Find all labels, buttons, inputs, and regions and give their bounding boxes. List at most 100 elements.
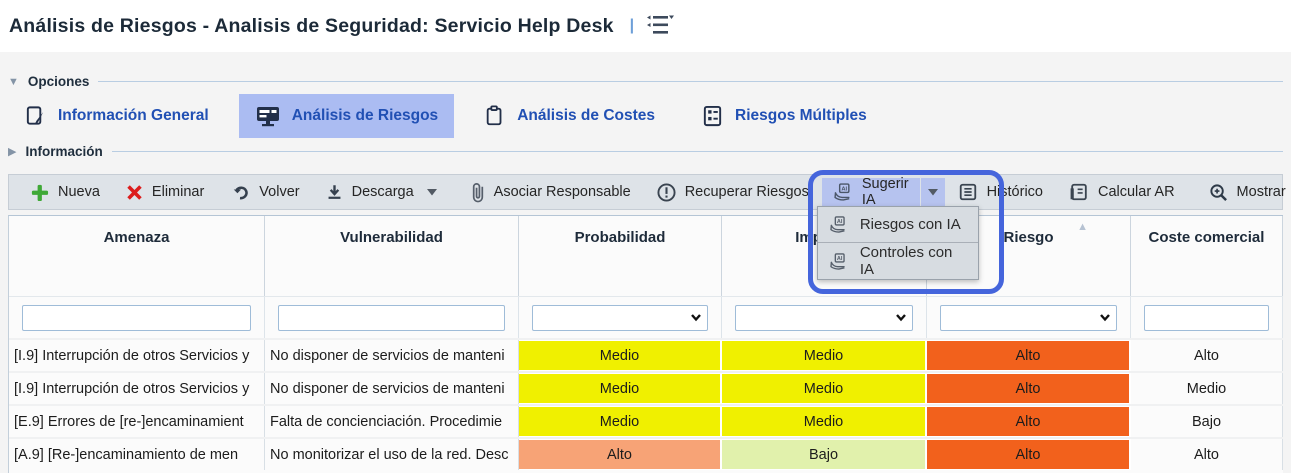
nueva-button[interactable]: Nueva: [17, 175, 113, 209]
column-header-vulnerabilidad[interactable]: Vulnerabilidad: [265, 216, 519, 296]
tab-label: Análisis de Costes: [517, 107, 655, 125]
tab-label: Análisis de Riesgos: [292, 107, 438, 125]
filter-coste-comercial-input[interactable]: [1144, 305, 1269, 331]
title-separator: |: [630, 17, 634, 35]
clipboard-edit-icon: [24, 104, 47, 128]
sugerir-ia-menu: AI Riesgos con IA AI: [817, 206, 979, 280]
table-row[interactable]: [I.9] Interrupción de otros Servicios y …: [9, 371, 1283, 404]
clipboard-icon: [484, 104, 506, 128]
paperclip-icon: [471, 182, 485, 203]
cell-impacto[interactable]: Medio: [722, 340, 927, 371]
cell-coste-comercial[interactable]: Alto: [1131, 340, 1283, 371]
svg-text:AI: AI: [837, 255, 843, 261]
grid-icon: [701, 104, 724, 128]
recuperar-riesgos-button[interactable]: Recuperar Riesgos: [644, 175, 822, 209]
tab-informacion-general[interactable]: Información General: [8, 94, 225, 138]
monitor-icon: [255, 104, 281, 128]
column-header-coste-comercial[interactable]: Coste comercial: [1131, 216, 1283, 296]
document-lines-icon: [958, 182, 978, 202]
collapse-right-icon: ▶: [8, 145, 16, 158]
zoom-in-icon: [1209, 183, 1228, 202]
historico-button[interactable]: Histórico: [945, 175, 1056, 209]
tab-analisis-de-riesgos[interactable]: Análisis de Riesgos: [239, 94, 454, 138]
ai-icon: AI: [829, 252, 848, 271]
collapse-down-icon: ▼: [8, 76, 19, 88]
filter-impacto-select[interactable]: [735, 305, 913, 331]
tab-bar: Información General Análisis de Riesgos: [8, 94, 883, 138]
cell-riesgo[interactable]: Alto: [927, 439, 1131, 470]
filter-vulnerabilidad-input[interactable]: [278, 305, 505, 331]
tab-analisis-de-costes[interactable]: Análisis de Costes: [468, 94, 671, 138]
cell-amenaza[interactable]: [I.9] Interrupción de otros Servicios y: [9, 373, 265, 404]
cell-probabilidad[interactable]: Medio: [519, 340, 722, 371]
tab-riesgos-multiples[interactable]: Riesgos Múltiples: [685, 94, 883, 138]
filter-riesgo-select[interactable]: [940, 305, 1117, 331]
risk-table: Amenaza Vulnerabilidad Probabilidad Impa…: [8, 215, 1283, 473]
menu-item-controles-con-ia[interactable]: AI Controles con IA: [818, 243, 978, 279]
chevron-down-icon: [427, 189, 437, 196]
cell-coste-comercial[interactable]: Medio: [1131, 373, 1283, 404]
descarga-button[interactable]: Descarga: [313, 175, 450, 209]
column-header-amenaza[interactable]: Amenaza: [9, 216, 265, 296]
cell-probabilidad[interactable]: Medio: [519, 373, 722, 404]
filter-amenaza-input[interactable]: [22, 305, 251, 331]
sugerir-ia-group: AI Sugerir IA AI: [822, 175, 945, 209]
table-row[interactable]: [E.9] Errores de [re-]encaminamient Falt…: [9, 404, 1283, 437]
cell-probabilidad[interactable]: Medio: [519, 406, 722, 437]
calculator-icon: [1069, 182, 1089, 202]
eliminar-button[interactable]: Eliminar: [113, 175, 217, 209]
cell-coste-comercial[interactable]: Bajo: [1131, 406, 1283, 437]
toolbar: Nueva Eliminar Volver Descarga: [8, 174, 1283, 210]
cell-amenaza[interactable]: [E.9] Errores de [re-]encaminamient: [9, 406, 265, 437]
sugerir-ia-dropdown-toggle[interactable]: [921, 178, 945, 207]
cell-impacto[interactable]: Bajo: [722, 439, 927, 470]
cell-vulnerabilidad[interactable]: No disponer de servicios de manteni: [265, 340, 519, 371]
title-bar: Análisis de Riesgos - Analisis de Seguri…: [0, 0, 1291, 52]
cell-riesgo[interactable]: Alto: [927, 373, 1131, 404]
section-divider: [98, 81, 1283, 82]
menu-item-riesgos-con-ia[interactable]: AI Riesgos con IA: [818, 207, 978, 243]
table-filter-row: [9, 296, 1283, 338]
filter-probabilidad-select[interactable]: [532, 305, 708, 331]
cell-amenaza[interactable]: [I.9] Interrupción de otros Servicios y: [9, 340, 265, 371]
cell-impacto[interactable]: Medio: [722, 373, 927, 404]
plus-icon: [30, 183, 49, 202]
cell-vulnerabilidad[interactable]: No disponer de servicios de manteni: [265, 373, 519, 404]
tab-label: Información General: [58, 107, 209, 125]
cell-vulnerabilidad[interactable]: No monitorizar el uso de la red. Desc: [265, 439, 519, 470]
mostrar-button[interactable]: Mostrar: [1196, 175, 1291, 209]
page-title: Análisis de Riesgos - Analisis de Seguri…: [9, 15, 614, 38]
section-opciones[interactable]: ▼ Opciones: [8, 74, 1283, 89]
cell-vulnerabilidad[interactable]: Falta de concienciación. Procedimie: [265, 406, 519, 437]
cell-probabilidad[interactable]: Alto: [519, 439, 722, 470]
ai-icon: AI: [833, 182, 853, 202]
cell-amenaza[interactable]: [A.9] [Re-]encaminamiento de men: [9, 439, 265, 470]
svg-text:AI: AI: [841, 186, 847, 192]
calcular-ar-button[interactable]: Calcular AR: [1056, 175, 1188, 209]
volver-button[interactable]: Volver: [217, 175, 312, 209]
cell-riesgo[interactable]: Alto: [927, 340, 1131, 371]
svg-text:AI: AI: [837, 219, 843, 225]
cell-impacto[interactable]: Medio: [722, 406, 927, 437]
download-icon: [326, 183, 343, 201]
list-menu-icon[interactable]: [644, 12, 674, 41]
column-header-probabilidad[interactable]: Probabilidad: [519, 216, 722, 296]
table-header-row: Amenaza Vulnerabilidad Probabilidad Impa…: [9, 216, 1283, 296]
x-icon: [126, 184, 143, 201]
exclamation-circle-icon: [657, 183, 676, 202]
cell-riesgo[interactable]: Alto: [927, 406, 1131, 437]
main-panel: ▼ Opciones Información General: [0, 52, 1291, 473]
table-row[interactable]: [I.9] Interrupción de otros Servicios y …: [9, 338, 1283, 371]
undo-icon: [230, 183, 250, 202]
sugerir-ia-button[interactable]: AI Sugerir IA: [822, 178, 920, 207]
section-informacion[interactable]: ▶ Información: [8, 144, 1283, 159]
table-row[interactable]: [A.9] [Re-]encaminamiento de men No moni…: [9, 437, 1283, 470]
section-opciones-label: Opciones: [28, 74, 90, 89]
cell-coste-comercial[interactable]: Alto: [1131, 439, 1283, 470]
sort-ascending-icon: ▲: [1077, 221, 1088, 233]
section-informacion-label: Información: [25, 144, 102, 159]
tab-label: Riesgos Múltiples: [735, 107, 867, 125]
asociar-responsable-button[interactable]: Asociar Responsable: [458, 175, 644, 209]
ai-icon: AI: [829, 215, 848, 234]
section-divider: [112, 151, 1283, 152]
